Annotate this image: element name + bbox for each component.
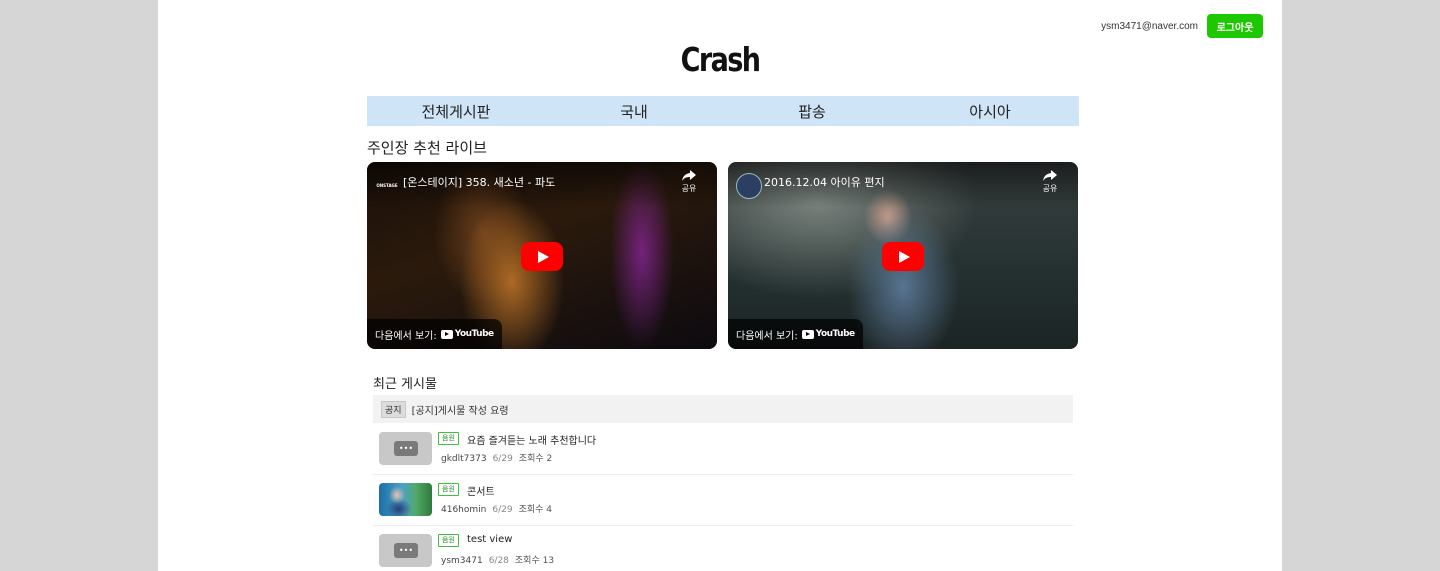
video-embed-2[interactable]: 2016.12.04 아이유 편지 공유 다음에서 보기: YouTube (728, 162, 1078, 349)
post-title[interactable]: test view (467, 534, 512, 545)
youtube-icon (440, 329, 453, 339)
watch-on-label: 다음에서 보기: (736, 330, 798, 342)
notice-title[interactable]: [공지]게시물 작성 요령 (412, 402, 509, 417)
page: ysm3471@naver.com 로그아웃 Crash 전체게시판 국내 팝송… (158, 0, 1282, 571)
logout-button[interactable]: 로그아웃 (1207, 14, 1263, 38)
nav-item-asia[interactable]: 아시아 (901, 96, 1079, 126)
video-title[interactable]: [온스테이지] 358. 새소년 - 파도 (403, 174, 555, 190)
post-views: 조회수 13 (514, 556, 555, 566)
youtube-wordmark: YouTube (815, 329, 855, 339)
post-thumbnail-photo[interactable] (379, 483, 432, 516)
watch-on-label: 다음에서 보기: (375, 330, 437, 342)
notice-badge: 공지 (381, 400, 406, 418)
nav-item-domestic[interactable]: 국내 (545, 96, 723, 126)
youtube-logo: YouTube (801, 329, 855, 339)
post-date: 6/29 (492, 454, 513, 464)
post-date: 6/28 (488, 556, 509, 566)
share-icon (682, 170, 696, 181)
post-meta: gkdlt7373 6/29 조회수 2 (441, 451, 552, 464)
site-logo[interactable]: Crash (259, 40, 1181, 79)
category-badge: 음원 (438, 534, 459, 547)
post-meta: 416homin 6/29 조회수 4 (441, 502, 552, 515)
post-title[interactable]: 콘서트 (467, 483, 495, 498)
category-badge: 음원 (438, 432, 459, 445)
window-frame-right (1280, 0, 1440, 571)
watch-on-youtube-link[interactable]: 다음에서 보기: YouTube (367, 319, 502, 349)
share-icon (1043, 170, 1057, 181)
share-label: 공유 (1042, 184, 1058, 193)
channel-logo[interactable]: ONSTAGE (375, 173, 399, 197)
nav-item-pop[interactable]: 팝송 (723, 96, 901, 126)
more-dots-icon (394, 441, 418, 456)
post-meta: ysm3471 6/28 조회수 13 (441, 553, 554, 566)
user-email: ysm3471@naver.com (1101, 21, 1198, 32)
notice-row[interactable]: 공지 [공지]게시물 작성 요령 (373, 395, 1073, 423)
more-dots-icon (394, 543, 418, 558)
post-author: ysm3471 (441, 556, 483, 566)
channel-avatar[interactable] (736, 173, 762, 199)
post-date: 6/29 (492, 505, 513, 515)
recommend-section-title: 주인장 추천 라이브 (367, 139, 487, 157)
share-label: 공유 (681, 184, 697, 193)
youtube-wordmark: YouTube (454, 329, 494, 339)
watch-on-youtube-link[interactable]: 다음에서 보기: YouTube (728, 319, 863, 349)
play-button[interactable] (882, 242, 924, 271)
post-title[interactable]: 요즘 즐겨듣는 노래 추천합니다 (467, 432, 596, 447)
share-button[interactable]: 공유 (1040, 170, 1060, 194)
post-views: 조회수 4 (518, 505, 553, 515)
youtube-logo: YouTube (440, 329, 494, 339)
post-author: 416homin (441, 505, 487, 515)
post-views: 조회수 2 (518, 454, 553, 464)
nav-item-all-boards[interactable]: 전체게시판 (367, 96, 545, 126)
post-row[interactable]: 음원 요즘 즐겨듣는 노래 추천합니다 gkdlt7373 6/29 조회수 2 (373, 423, 1073, 475)
main-nav: 전체게시판 국내 팝송 아시아 (367, 96, 1079, 126)
post-thumbnail-placeholder[interactable] (379, 432, 432, 465)
recent-posts-title: 최근 게시물 (373, 377, 437, 392)
category-badge: 음원 (438, 483, 459, 496)
post-row[interactable]: 음원 콘서트 416homin 6/29 조회수 4 (373, 474, 1073, 526)
youtube-icon (801, 329, 814, 339)
post-thumbnail-placeholder[interactable] (379, 534, 432, 567)
post-row[interactable]: 음원 test view ysm3471 6/28 조회수 13 (373, 525, 1073, 571)
video-embed-1[interactable]: ONSTAGE [온스테이지] 358. 새소년 - 파도 공유 다음에서 보기… (367, 162, 717, 349)
post-author: gkdlt7373 (441, 454, 487, 464)
window-frame-left (0, 0, 160, 571)
play-button[interactable] (521, 242, 563, 271)
video-title[interactable]: 2016.12.04 아이유 편지 (764, 174, 885, 190)
share-button[interactable]: 공유 (679, 170, 699, 194)
